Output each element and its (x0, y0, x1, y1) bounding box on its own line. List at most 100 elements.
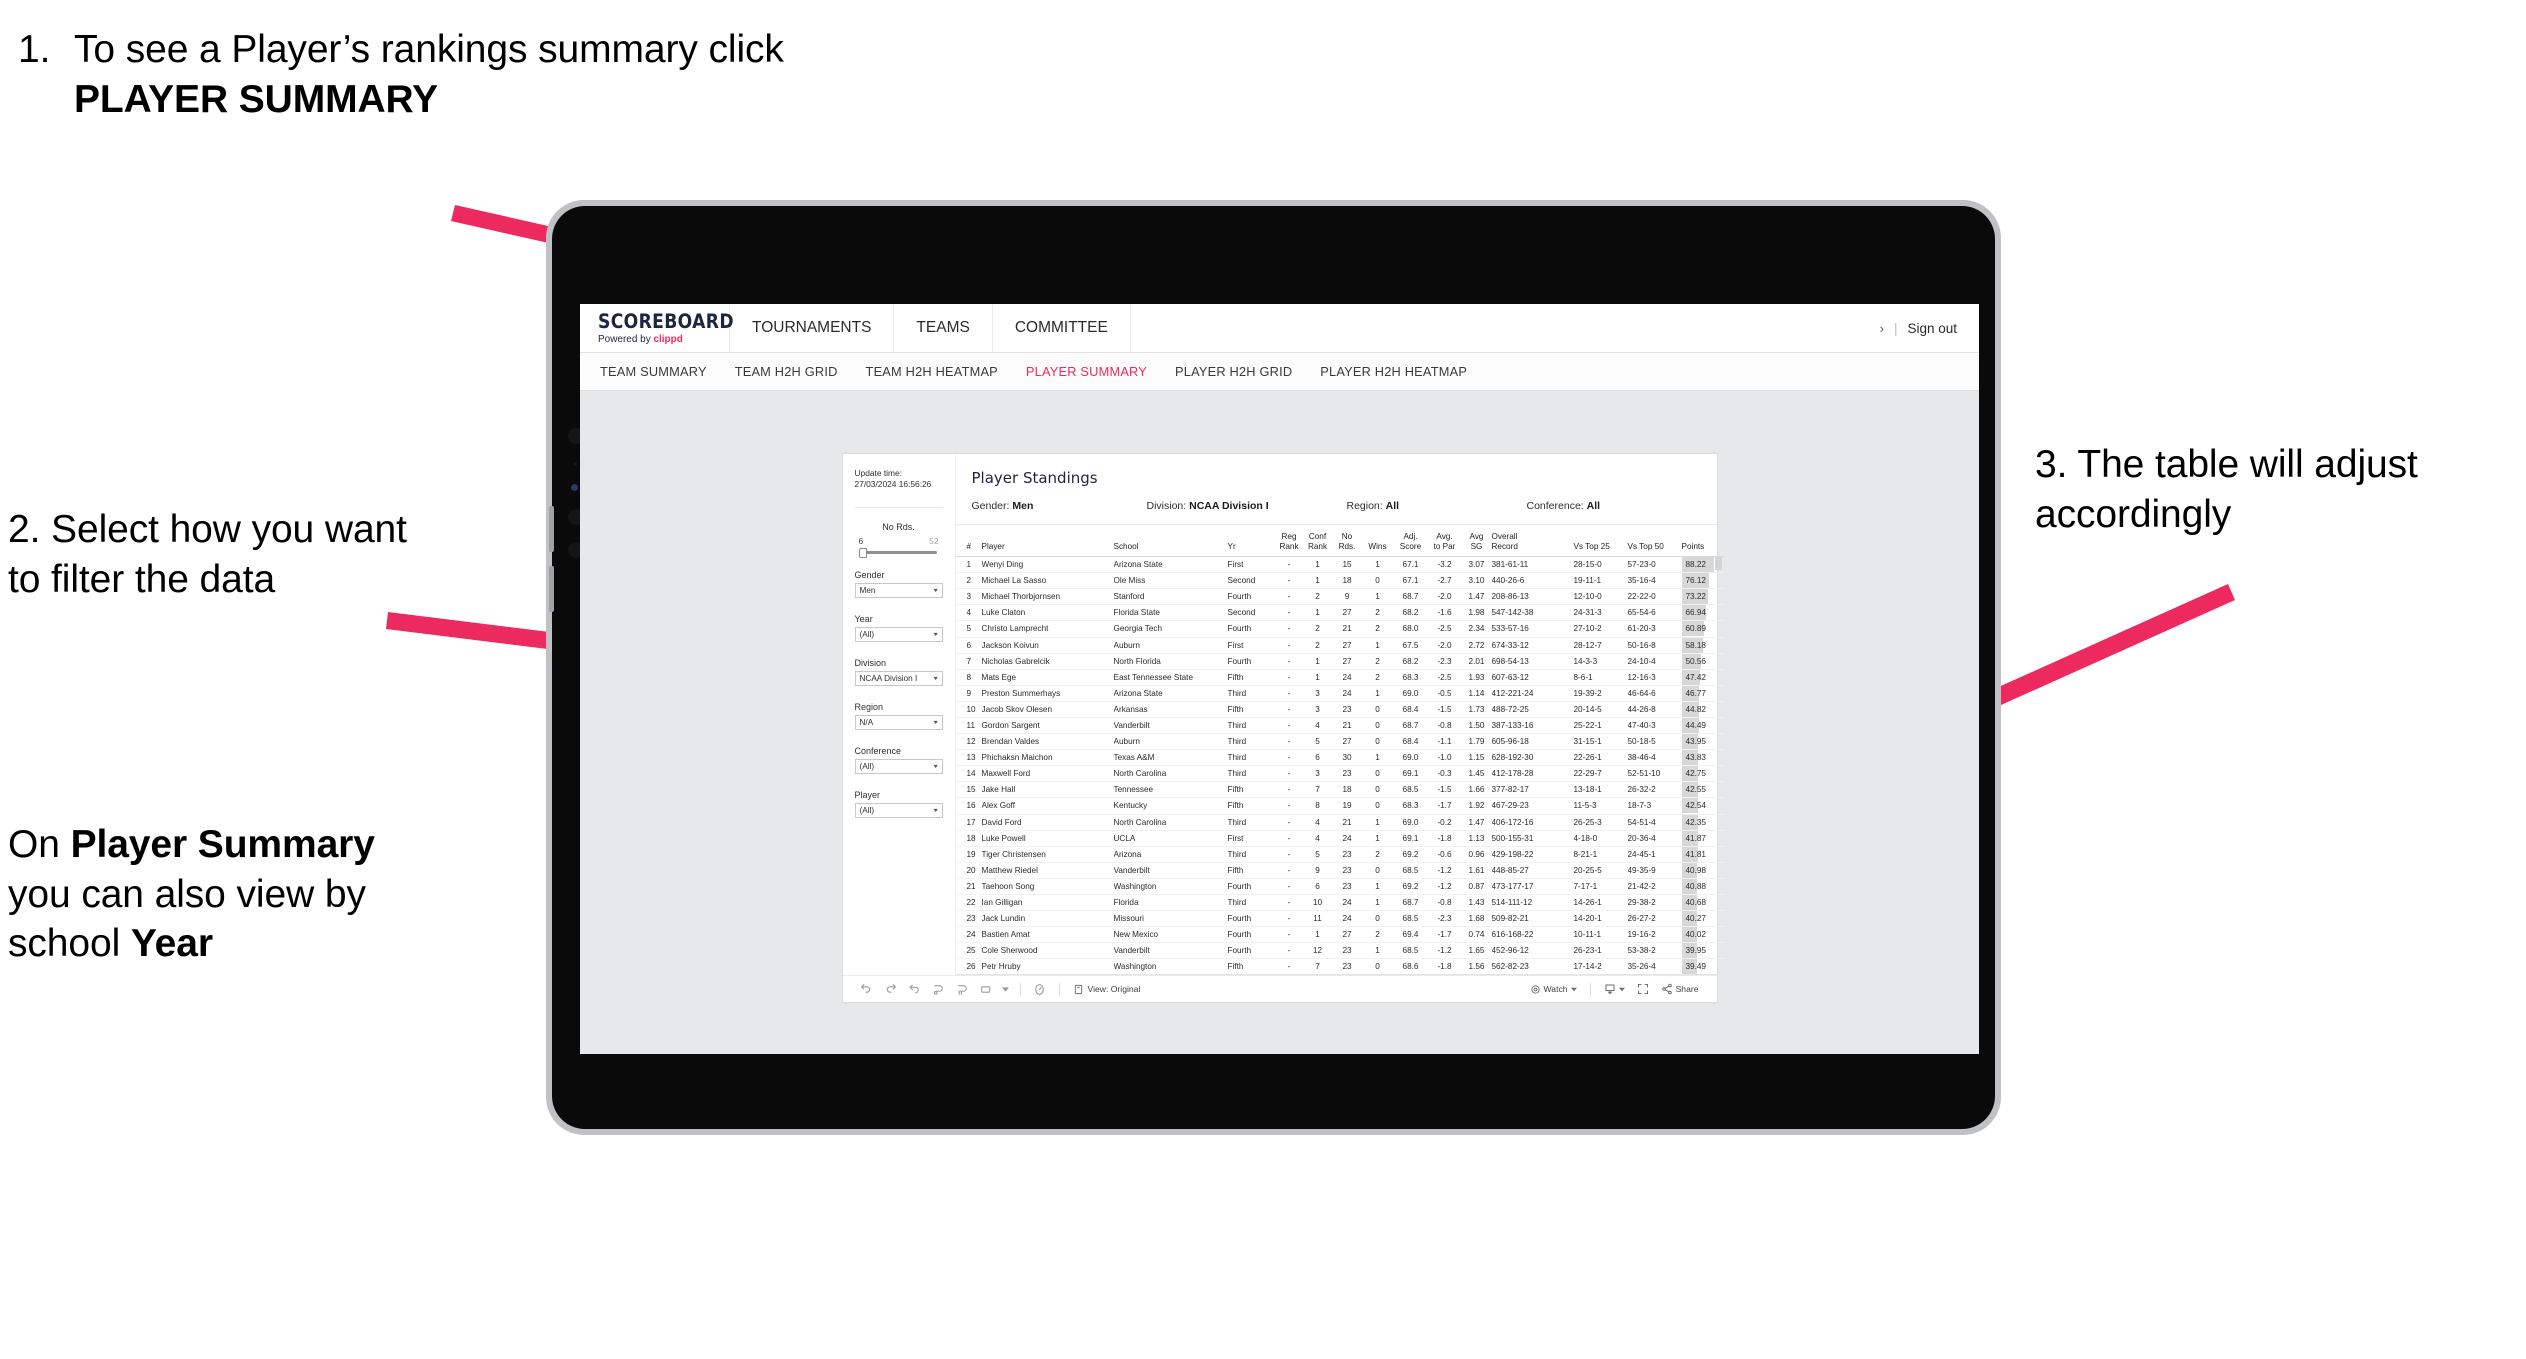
player-cell: Petr Hruby (981, 958, 1114, 976)
table-row[interactable]: 7 Nicholas Gabrelcik North Florida Fourth -1… (955, 653, 1724, 670)
table-row[interactable]: 11 Gordon Sargent Vanderbilt Third -4 21 0 68.7… (955, 717, 1724, 735)
vs-top-25-cell: 26-25-3 (1573, 814, 1628, 831)
view-original-button[interactable]: View: Original (1067, 984, 1140, 995)
table-row[interactable]: 24 Bastien Amat New Mexico Fourth -1 27 2 69.4-… (955, 926, 1724, 944)
refresh-icon[interactable] (927, 979, 951, 999)
share-button[interactable]: Share (1655, 983, 1705, 995)
col-reg-rank[interactable]: Reg Rank (1275, 525, 1303, 558)
pause-icon[interactable] (951, 979, 975, 999)
col-yr[interactable]: Yr (1227, 525, 1276, 558)
table-row[interactable]: 25 Cole Sherwood Vanderbilt Fourth -12 23 1 68.… (955, 942, 1724, 960)
avg-to-par-cell: -1.1 (1427, 733, 1462, 751)
col-no-rds[interactable]: No Rds. (1332, 525, 1362, 558)
table-row[interactable]: 18 Luke Powell UCLA First -4 24 1 69.1 -1.8 1.13 5… (955, 830, 1724, 847)
filter-conference-select[interactable]: (All) ▼ (854, 759, 943, 775)
tab-team-summary[interactable]: TEAM SUMMARY (600, 364, 707, 379)
table-scrollbar-thumb[interactable] (1714, 557, 1722, 571)
col-par-l1: Avg. (1436, 532, 1453, 541)
scoreboard-logo[interactable]: SCOREBOARD Powered by clippd (580, 304, 734, 352)
tab-player-summary[interactable]: PLAYER SUMMARY (1026, 364, 1147, 379)
year-cell: Fifth (1227, 862, 1276, 879)
filter-player-select[interactable]: (All) ▼ (854, 803, 943, 819)
col-overall-record[interactable]: Overall Record (1491, 525, 1574, 558)
table-row[interactable]: 5 Christo Lamprecht Georgia Tech Fourth -2 21… (955, 620, 1724, 638)
table-row[interactable]: 12 Brendan Valdes Auburn Third -5 27 0 68.4 -1.1… (955, 733, 1724, 751)
col-vs-top-50[interactable]: Vs Top 50 (1627, 525, 1682, 558)
col-wins[interactable]: Wins (1361, 525, 1394, 558)
rank-cell: 7 (955, 653, 982, 670)
filter-division-select[interactable]: NCAA Division I ▼ (854, 671, 943, 687)
tab-team-h2h-grid[interactable]: TEAM H2H GRID (735, 364, 838, 379)
avg-sg-cell: 1.61 (1461, 862, 1492, 879)
nav-committee[interactable]: COMMITTEE (993, 304, 1131, 352)
tab-player-h2h-heatmap[interactable]: PLAYER H2H HEATMAP (1320, 364, 1467, 379)
adj-score-cell: 69.0 (1393, 749, 1428, 767)
account-chevron-icon[interactable]: › (1880, 321, 1884, 336)
table-row[interactable]: 4 Luke Claton Florida State Second -1 27 2 68.2… (955, 604, 1724, 622)
col-avg-to-par[interactable]: Avg. to Par (1427, 525, 1462, 558)
filter-year-select[interactable]: (All) ▼ (854, 627, 943, 643)
rectangle-select-icon[interactable] (975, 979, 999, 999)
table-row[interactable]: 15 Jake Hall Tennessee Fifth -7 18 0 68.5 -1.5 1.… (955, 781, 1724, 799)
redo-icon[interactable] (879, 979, 903, 999)
filter-region-select[interactable]: N/A ▼ (854, 715, 943, 731)
dashboard-speed-icon[interactable] (1028, 979, 1052, 999)
points-cell: 40.98 (1681, 862, 1724, 879)
table-row[interactable]: 14 Maxwell Ford North Carolina Third -3 23 0 69… (955, 765, 1724, 783)
table-row[interactable]: 20 Matthew Riedel Vanderbilt Fifth -9 23 0 68.5… (955, 862, 1724, 879)
filter-gender: Gender Men ▼ (854, 570, 943, 599)
nav-teams[interactable]: TEAMS (894, 304, 993, 352)
no-rds-cell: 23 (1332, 862, 1362, 879)
table-row[interactable]: 19 Tiger Christensen Arizona Third -5 23 2 69.2… (955, 846, 1724, 863)
revert-icon[interactable] (903, 979, 927, 999)
volume-down-button[interactable] (549, 566, 554, 612)
table-row[interactable]: 13 Phichaksn Maichon Texas A&M Third -6 30 1 69… (955, 749, 1724, 767)
nav-tournaments[interactable]: TOURNAMENTS (730, 304, 895, 352)
col-points[interactable]: Points (1681, 525, 1724, 558)
col-vs-top-25[interactable]: Vs Top 25 (1573, 525, 1628, 558)
table-row[interactable]: 21 Taehoon Song Washington Fourth -6 23 1 69.2-… (955, 878, 1724, 896)
tab-player-h2h-grid[interactable]: PLAYER H2H GRID (1175, 364, 1292, 379)
table-row[interactable]: 6 Jackson Koivun Auburn First -2 27 1 67.5 -2.0 2… (955, 637, 1724, 654)
table-row[interactable]: 16 Alex Goff Kentucky Fifth -8 19 0 68.3 -1.7 1.9… (955, 797, 1724, 815)
overall-record-cell: 412-178-28 (1491, 765, 1574, 783)
filter-gender-select[interactable]: Men ▼ (854, 583, 943, 599)
fullscreen-button[interactable] (1631, 983, 1655, 995)
undo-icon[interactable] (855, 979, 879, 999)
table-row[interactable]: 1 Wenyi Ding Arizona State First -1 15 1 67.1 -3… (955, 556, 1724, 574)
logo-powered-by: Powered by (598, 332, 651, 345)
vs-top-25-cell: 14-26-1 (1573, 894, 1628, 912)
vs-top-25-cell: 14-3-3 (1573, 653, 1628, 670)
conf-rank-cell: 10 (1302, 894, 1333, 912)
table-row[interactable]: 23 Jack Lundin Missouri Fourth -11 24 0 68.5 -2.… (955, 910, 1724, 928)
vs-top-25-cell: 14-20-1 (1573, 910, 1628, 928)
tab-team-h2h-heatmap[interactable]: TEAM H2H HEATMAP (866, 364, 998, 379)
col-avg-sg[interactable]: Avg SG (1461, 525, 1492, 558)
no-rounds-slider-track[interactable] (858, 547, 937, 558)
table-row[interactable]: 8 Mats Ege East Tennessee State Fifth -1 24 2 6… (955, 669, 1724, 686)
table-row[interactable]: 2 Michael La Sasso Ole Miss Second -1 18 0 67.1… (955, 572, 1724, 590)
col-player[interactable]: Player (981, 525, 1114, 558)
wins-cell: 1 (1361, 685, 1394, 702)
no-rounds-slider-handle[interactable] (858, 547, 867, 558)
col-school[interactable]: School (1113, 525, 1228, 558)
caret-down-icon[interactable] (999, 979, 1013, 999)
table-row[interactable]: 22 Ian Gilligan Florida Third -10 24 1 68.7 -0.8… (955, 894, 1724, 912)
adj-score-cell: 68.7 (1393, 588, 1428, 606)
no-rds-cell: 21 (1332, 717, 1362, 735)
table-row[interactable]: 3 Michael Thorbjornsen Stanford Fourth -2 9 1 6… (955, 588, 1724, 606)
download-button[interactable] (1598, 983, 1631, 995)
col-rank[interactable]: # (955, 525, 982, 558)
col-adj-score[interactable]: Adj. Score (1393, 525, 1428, 558)
volume-up-button[interactable] (549, 506, 554, 552)
avg-sg-cell: 0.74 (1461, 926, 1492, 944)
table-row[interactable]: 26 Petr Hruby Washington Fifth -7 23 0 68.6 -1.8… (955, 958, 1724, 976)
sign-out-link[interactable]: Sign out (1907, 321, 1957, 336)
table-row[interactable]: 9 Preston Summerhays Arizona State Third -3 2… (955, 685, 1724, 702)
toolbar-divider-1 (1019, 982, 1021, 996)
watch-button[interactable]: Watch (1524, 984, 1583, 995)
update-time-label: Update time: (854, 468, 902, 478)
table-row[interactable]: 10 Jacob Skov Olesen Arkansas Fifth -3 23 0 68.… (955, 701, 1724, 718)
table-row[interactable]: 17 David Ford North Carolina Third -4 21 1 69.0… (955, 814, 1724, 831)
col-conf-rank[interactable]: Conf Rank (1302, 525, 1333, 558)
